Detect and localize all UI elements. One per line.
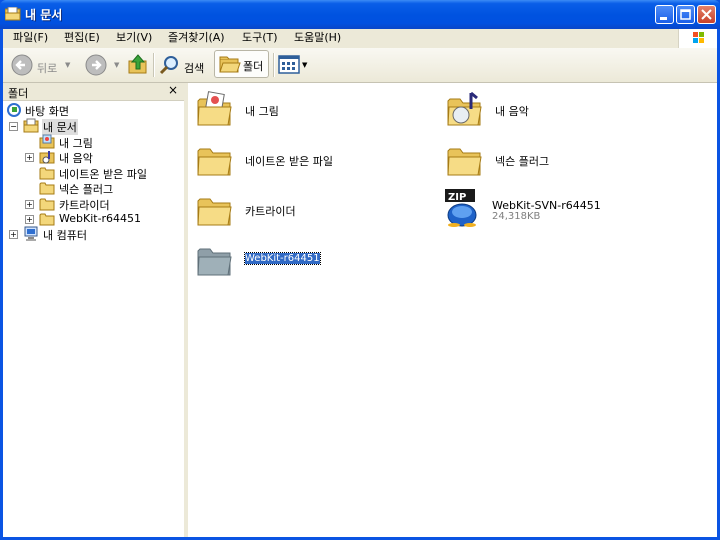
expand-icon[interactable]: + <box>25 200 34 209</box>
file-item-kartrider[interactable]: 카트라이더 <box>195 189 395 235</box>
tree-item-kartrider[interactable]: + 카트라이더 <box>25 196 175 212</box>
folder-icon <box>447 148 482 176</box>
my-pictures-icon <box>39 134 55 149</box>
toolbar-separator <box>273 53 275 77</box>
minimize-button[interactable] <box>655 5 674 24</box>
folders-pane-header: 폴더 × <box>3 83 184 101</box>
minimize-icon <box>660 17 667 20</box>
menu-help[interactable]: 도움말(H) <box>290 29 345 48</box>
search-button[interactable]: 검색 <box>159 52 211 78</box>
file-name: WebKit-r64451 <box>244 252 321 265</box>
file-item-nexon-plug[interactable]: 넥슨 플러그 <box>445 139 645 185</box>
menu-edit[interactable]: 편집(E) <box>60 29 104 48</box>
menu-view[interactable]: 보기(V) <box>112 29 156 48</box>
folders-button[interactable]: 폴더 <box>214 50 269 78</box>
back-label: 뒤로 <box>37 62 58 75</box>
up-folder-icon <box>128 54 147 74</box>
tree-item-label: 내 컴퓨터 <box>43 229 87 242</box>
tree-item-label: 내 문서 <box>42 119 78 135</box>
tree-item-label: 넥슨 플러그 <box>59 183 114 196</box>
forward-dropdown-icon[interactable]: ▼ <box>114 61 119 69</box>
my-music-icon <box>39 151 55 164</box>
folder-icon <box>197 248 232 276</box>
file-item-my-music[interactable]: 내 음악 <box>445 89 645 135</box>
file-item-webkit-svn-zip[interactable]: ZIP WebKit-SVN-r64451 24,318KB <box>442 187 662 233</box>
explorer-window: 내 문서 파일(F) 편집(E) 보기(V) 즐겨찾기(A) 도구(T) 도움말… <box>0 0 720 540</box>
folder-icon <box>39 213 55 226</box>
tree-item-label: WebKit-r64451 <box>59 212 142 225</box>
toolbar-separator <box>153 53 155 77</box>
tree-item-nexon-plug[interactable]: 넥슨 플러그 <box>39 180 179 196</box>
file-name: 네이트온 받은 파일 <box>245 155 333 168</box>
my-documents-icon <box>5 7 21 21</box>
folder-icon <box>39 182 55 195</box>
forward-arrow-icon <box>85 54 107 76</box>
close-button[interactable] <box>697 5 716 24</box>
svg-text:ZIP: ZIP <box>448 192 466 203</box>
folder-icon <box>39 198 55 211</box>
menu-file[interactable]: 파일(F) <box>9 29 52 48</box>
tree-item-my-pictures[interactable]: 내 그림 <box>39 134 179 150</box>
folders-icon <box>219 56 241 73</box>
folders-pane-close-button[interactable]: × <box>168 83 178 97</box>
file-view: 내 그림 내 음악 네이트온 받은 파일 넥슨 플러그 카트라이더 ZIP We… <box>188 83 717 537</box>
views-dropdown-icon[interactable]: ▼ <box>302 61 307 69</box>
desktop-icon <box>7 103 21 117</box>
file-item-nateon[interactable]: 네이트온 받은 파일 <box>195 139 395 185</box>
tree-item-my-documents[interactable]: − 내 문서 <box>9 118 179 135</box>
back-button[interactable]: 뒤로 ▼ <box>9 52 70 78</box>
menu-bar: 파일(F) 편집(E) 보기(V) 즐겨찾기(A) 도구(T) 도움말(H) <box>3 29 717 49</box>
toolbar: 뒤로 ▼ ▼ 검색 폴더 ▼ <box>3 48 717 83</box>
folder-icon <box>197 148 232 176</box>
file-name: 넥슨 플러그 <box>495 155 550 168</box>
back-arrow-icon <box>11 54 33 76</box>
windows-flag-icon <box>693 32 704 43</box>
tree-item-webkit[interactable]: + WebKit-r64451 <box>25 211 175 227</box>
file-item-webkit-folder[interactable]: WebKit-r64451 <box>195 239 395 285</box>
title-bar[interactable]: 내 문서 <box>0 0 720 29</box>
file-size: 24,318KB <box>492 211 541 222</box>
expand-icon[interactable]: + <box>25 153 34 162</box>
folder-icon <box>197 198 232 226</box>
file-item-my-pictures[interactable]: 내 그림 <box>195 89 395 135</box>
collapse-icon[interactable]: − <box>9 122 18 131</box>
back-dropdown-icon[interactable]: ▼ <box>65 61 70 69</box>
folders-label: 폴더 <box>243 60 264 73</box>
folders-pane-title: 폴더 <box>8 87 29 100</box>
my-pictures-folder-icon <box>197 91 232 126</box>
file-name: 내 그림 <box>245 105 279 118</box>
tree-item-desktop[interactable]: 바탕 화면 <box>6 102 176 118</box>
tree-item-label: 내 음악 <box>59 152 93 165</box>
my-computer-icon <box>24 226 38 241</box>
file-name: 카트라이더 <box>245 205 296 218</box>
search-icon <box>159 56 178 75</box>
close-icon <box>701 9 712 20</box>
menu-tools[interactable]: 도구(T) <box>238 29 282 48</box>
menu-favorites[interactable]: 즐겨찾기(A) <box>164 29 229 48</box>
tree-item-nateon[interactable]: 네이트온 받은 파일 <box>39 165 179 181</box>
views-icon <box>278 55 300 74</box>
file-name: 내 음악 <box>495 105 529 118</box>
tree-item-my-music[interactable]: + 내 음악 <box>25 149 175 165</box>
tree-item-my-computer[interactable]: + 내 컴퓨터 <box>9 226 179 242</box>
my-music-folder-icon <box>447 91 482 126</box>
windows-logo <box>678 29 717 48</box>
window-title: 내 문서 <box>25 8 63 22</box>
forward-button[interactable]: ▼ <box>83 52 123 78</box>
zip-file-icon: ZIP <box>445 189 477 227</box>
expand-icon[interactable]: + <box>9 230 18 239</box>
up-folder-button[interactable] <box>127 52 149 78</box>
folders-pane: 폴더 × 바탕 화면 − 내 문서 내 그림 + 내 음악 네이트온 받은 파일… <box>3 83 185 537</box>
tree-item-label: 바탕 화면 <box>25 105 69 118</box>
maximize-icon <box>680 9 691 20</box>
search-label: 검색 <box>184 62 205 75</box>
views-button[interactable]: ▼ <box>278 52 312 78</box>
folder-icon <box>39 167 55 180</box>
maximize-button[interactable] <box>676 5 695 24</box>
expand-icon[interactable]: + <box>25 215 34 224</box>
my-documents-icon <box>23 118 39 133</box>
